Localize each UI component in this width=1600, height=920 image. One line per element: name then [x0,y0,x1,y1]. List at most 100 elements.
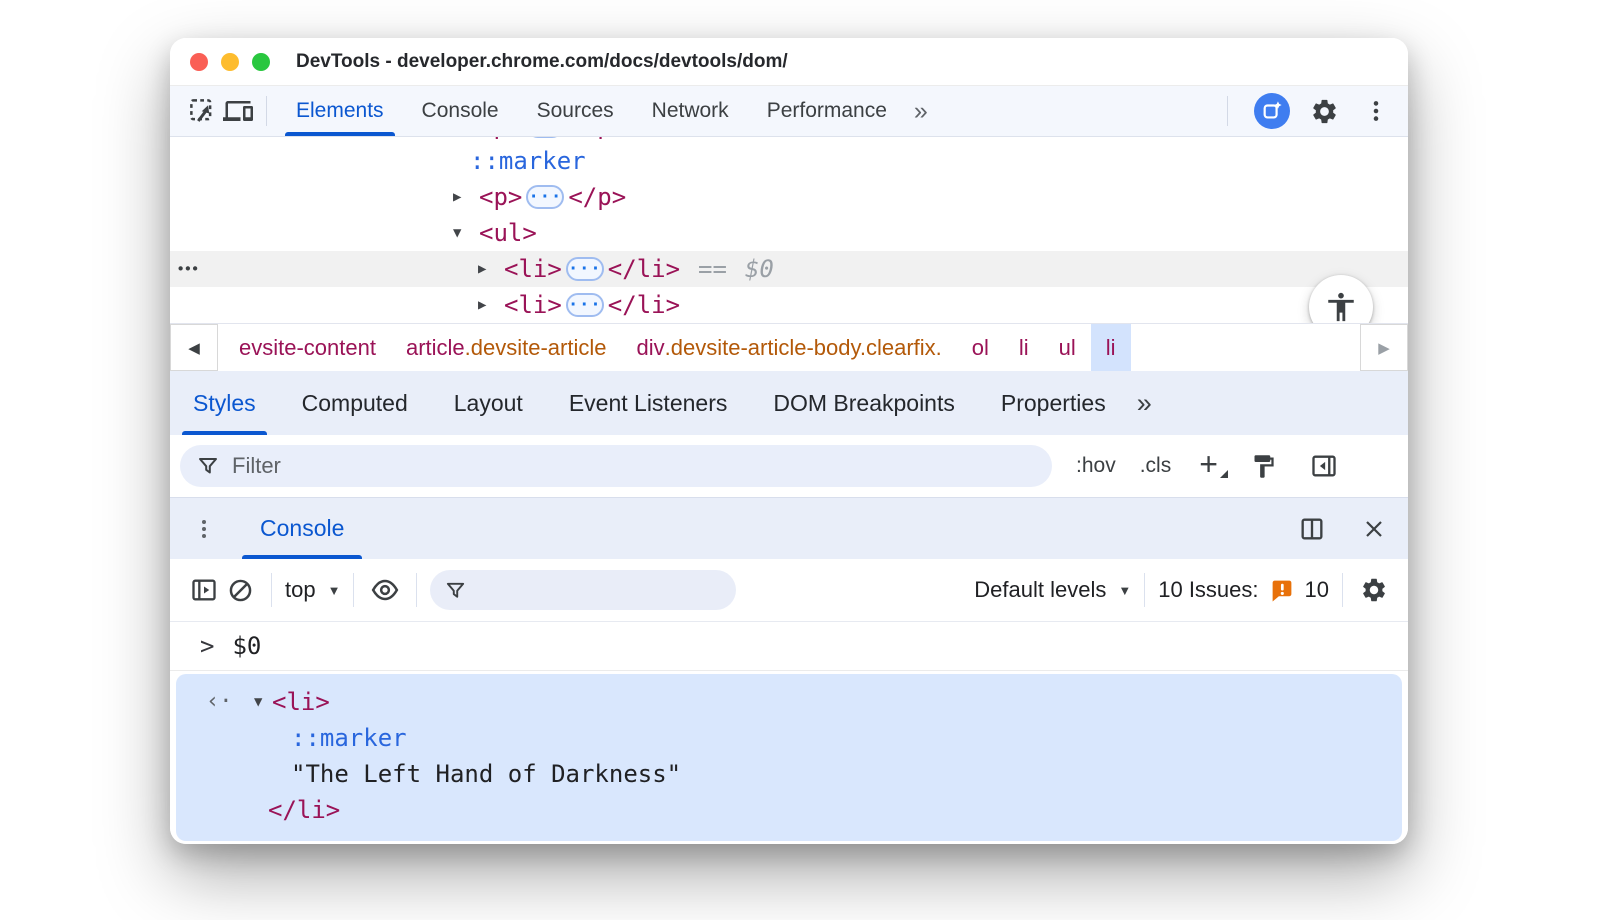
panel-collapse-icon [1310,452,1338,480]
device-toolbar-icon [223,96,253,126]
inspect-element-button[interactable] [184,93,220,129]
split-panel-button[interactable] [1294,511,1330,547]
rendering-emulations-button[interactable] [1246,448,1282,484]
toolbar-divider [266,96,267,126]
close-tag: </p> [568,137,626,140]
device-toolbar-button[interactable] [220,93,256,129]
split-panel-icon [1298,515,1326,543]
settings-button[interactable] [1306,93,1342,129]
breadcrumb-item-li-selected[interactable]: li [1090,324,1131,371]
breadcrumb-item-article[interactable]: article .devsite-article [391,324,622,371]
zoom-window-button[interactable] [252,52,270,71]
tree-row-p[interactable]: ▶ <p> ··· </p> [170,179,1408,215]
tab-styles[interactable]: Styles [170,371,279,435]
devtools-window: DevTools - developer.chrome.com/docs/dev… [170,38,1408,844]
collapsed-content-pill[interactable]: ··· [526,137,565,138]
collapsed-content-pill[interactable]: ··· [565,293,604,317]
result-line-open: ‹· ▼ <li> [176,684,1402,720]
breadcrumb-scroll-right-button[interactable]: ▶ [1360,324,1408,371]
more-sidebar-tabs-button[interactable]: » [1129,371,1160,435]
funnel-icon [196,454,220,478]
new-style-rule-button[interactable]: + [1195,448,1228,480]
javascript-context-dropdown[interactable]: top ▼ [285,577,340,603]
minimize-window-button[interactable] [221,52,239,71]
breadcrumb-item-ol[interactable]: ol [957,324,1004,371]
console-filter-field[interactable] [430,570,739,610]
console-result-highlighted[interactable]: ‹· ▼ <li> ::marker "The Left Hand of Dar… [176,674,1402,841]
styles-filter-input[interactable] [232,453,1036,479]
disclosure-arrow-icon[interactable]: ▶ [478,297,504,313]
tab-dom-breakpoints[interactable]: DOM Breakpoints [750,371,978,435]
element-classes-button[interactable]: .cls [1140,454,1172,478]
disclosure-arrow-icon[interactable]: ▶ [478,261,504,277]
crumb-tag: ol [971,334,989,360]
tab-performance[interactable]: Performance [748,86,906,136]
toggle-element-state-button[interactable]: :hov [1076,454,1116,478]
tab-properties[interactable]: Properties [978,371,1129,435]
row-more-actions[interactable]: ••• [178,261,200,278]
tab-network[interactable]: Network [633,86,748,136]
chevron-down-icon: ▼ [1118,582,1132,598]
styles-filter-row: :hov .cls + [170,435,1408,497]
clear-console-button[interactable] [222,572,258,608]
issues-counter-button[interactable]: 10 Issues: 10 [1158,577,1329,603]
toggle-computed-sidebar-button[interactable] [1306,448,1342,484]
devtools-toolbar: Elements Console Sources Network Perform… [170,86,1408,137]
breadcrumb-item-ul[interactable]: ul [1044,324,1091,371]
crumb-tag: article [405,334,465,360]
toolbar-divider [416,573,418,607]
ai-assistant-button[interactable] [1254,93,1290,129]
tab-elements[interactable]: Elements [277,86,403,136]
tree-row-ul[interactable]: ▼ <ul> [170,215,1408,251]
drawer-more-tools-button[interactable] [186,511,222,547]
toolbar-divider [271,573,272,607]
paint-brush-icon [1250,453,1277,480]
styles-filter-field[interactable] [180,445,1052,487]
tab-sources[interactable]: Sources [518,86,633,136]
inspect-cursor-icon [187,96,217,126]
disclosure-arrow-icon[interactable]: ▼ [254,684,272,720]
window-title: DevTools - developer.chrome.com/docs/dev… [296,50,788,72]
gear-icon [1310,97,1339,126]
tree-row-marker-pseudo[interactable]: ::marker [170,143,1408,179]
breadcrumb-item-li[interactable]: li [1004,324,1044,371]
console-sidebar-icon [190,576,218,604]
traffic-lights [190,52,270,71]
breadcrumb-item-div[interactable]: div .devsite-article-body.clearfix. [622,324,957,371]
collapsed-content-pill[interactable]: ··· [565,257,604,281]
disclosure-arrow-icon[interactable]: ▼ [453,225,479,241]
close-drawer-button[interactable] [1356,511,1392,547]
tab-event-listeners[interactable]: Event Listeners [546,371,751,435]
tab-layout[interactable]: Layout [431,371,546,435]
equals-sign: == [698,255,727,283]
kebab-menu-icon [1363,98,1389,124]
drawer-tab-console[interactable]: Console [236,498,368,559]
console-settings-button[interactable] [1356,572,1392,608]
tab-console[interactable]: Console [403,86,518,136]
close-window-button[interactable] [190,52,208,71]
disclosure-arrow-icon[interactable]: ▶ [453,189,479,205]
crumb-class: .devsite-article [464,334,607,360]
log-levels-label: Default levels [974,577,1107,602]
collapsed-content-pill[interactable]: ··· [526,185,565,209]
tree-row-li-selected[interactable]: ••• ▶ <li> ··· </li> == $0 [170,251,1408,287]
eye-icon [370,575,400,605]
more-options-button[interactable] [1358,93,1394,129]
context-label: top [285,577,316,602]
chevron-down-icon: ▼ [327,582,341,598]
drawer-right-tools [1294,498,1392,559]
tree-row-li[interactable]: ▶ <li> ··· </li> [170,287,1408,323]
create-live-expression-button[interactable] [367,572,403,608]
console-command-row: > $0 [170,622,1408,671]
open-tag: <ul> [479,219,537,247]
show-console-sidebar-button[interactable] [186,572,222,608]
more-panels-button[interactable]: » [906,86,936,136]
tab-computed[interactable]: Computed [279,371,431,435]
breadcrumb-item-devsite-content[interactable]: evsite-content [224,324,391,371]
toolbar-divider [353,573,355,607]
log-levels-dropdown[interactable]: Default levels ▼ [974,577,1131,603]
close-tag: </li> [268,796,341,824]
toolbar-divider [1342,573,1343,607]
breadcrumb-scroll-left-button[interactable]: ◀ [170,324,218,371]
console-filter-input[interactable] [467,578,739,602]
